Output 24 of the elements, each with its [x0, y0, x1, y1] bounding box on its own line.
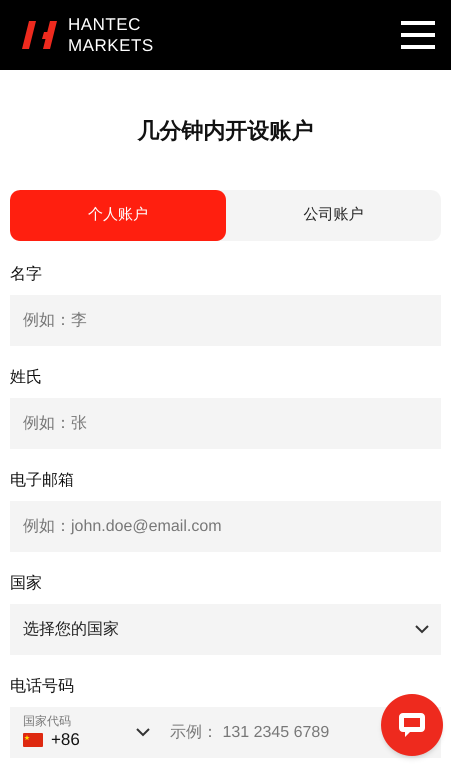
field-label: 名字 — [10, 264, 43, 285]
chat-button[interactable] — [381, 694, 443, 756]
phone-field[interactable]: 示例： 131 2345 6789 — [160, 707, 375, 758]
flag-icon — [23, 733, 43, 747]
logo-text: MARKETS — [68, 35, 154, 56]
input-field[interactable]: 例如：张 — [10, 398, 441, 449]
field-label: 姓氏 — [10, 368, 43, 388]
field-label: 电话号码 — [10, 676, 75, 697]
chat-icon — [397, 710, 427, 740]
country-dropdown[interactable]: 选择您的国家 — [10, 604, 441, 655]
input-field[interactable]: 例如：john.doe@email.com — [10, 501, 441, 552]
input-field[interactable]: 例如：李 — [10, 295, 441, 346]
field-label: 电子邮箱 — [10, 470, 75, 491]
country-code-dropdown[interactable]: 国家代码 +86 — [10, 707, 160, 758]
page-title: 几分钟内开设账户 — [136, 117, 314, 145]
logo-text: HANTEC — [68, 14, 142, 35]
chevron-down-icon — [136, 728, 150, 737]
code-label: 国家代码 — [23, 714, 72, 730]
chevron-down-icon — [415, 625, 429, 634]
account-tab[interactable]: 个人账户 — [10, 190, 226, 241]
code-value: +86 — [51, 729, 80, 751]
account-tab[interactable]: 公司账户 — [226, 190, 441, 241]
field-label: 国家 — [10, 574, 43, 594]
menu-icon[interactable] — [401, 19, 435, 51]
